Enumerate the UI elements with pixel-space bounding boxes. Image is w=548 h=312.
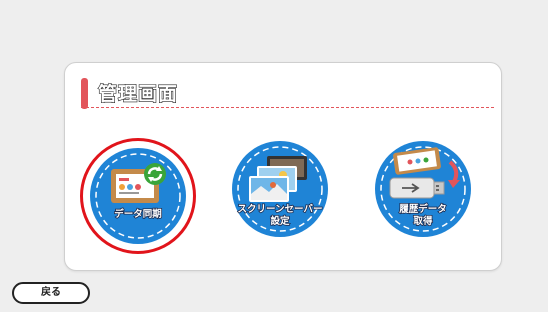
screensaver-settings-button[interactable]: スクリーンセーバー 設定 [231,140,329,238]
screensaver-label-line1: スクリーンセーバー [237,203,324,216]
data-sync-label: データ同期 [113,208,162,221]
screensaver-label-line2: 設定 [270,215,291,228]
data-sync-button[interactable]: データ同期 [89,147,187,245]
history-data-button[interactable]: 履歴データ 取得 [374,140,472,238]
history-label-line2: 取得 [413,215,434,228]
panel-title: 管理画面 [97,82,179,105]
sync-screen-icon [90,148,186,244]
title-divider [81,107,494,108]
back-button[interactable]: 戻る [12,282,90,304]
title-accent-bar [81,78,88,109]
history-label-line1: 履歴データ [398,203,447,216]
